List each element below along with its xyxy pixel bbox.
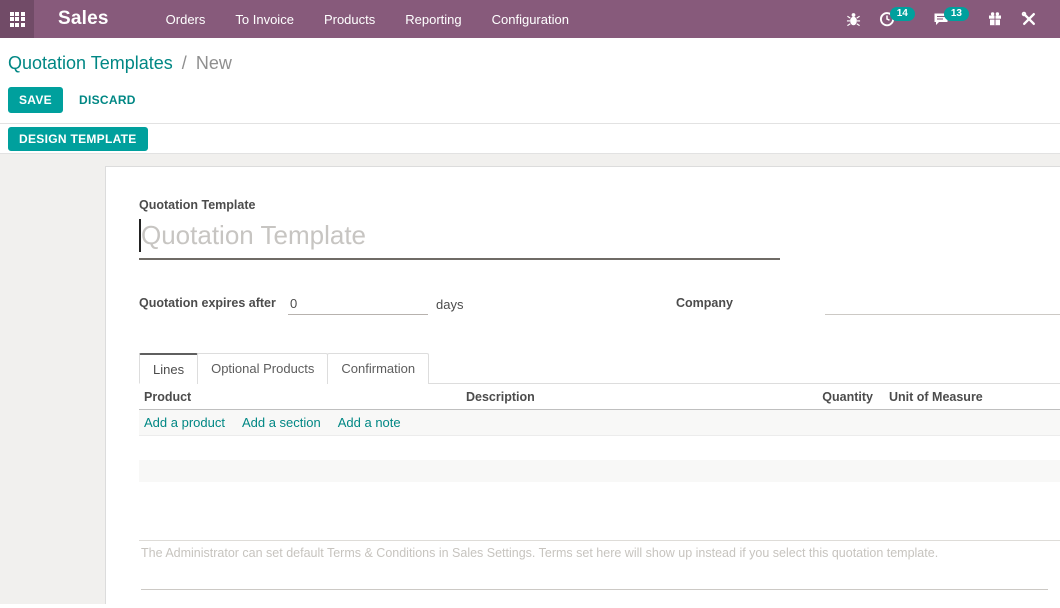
activities-count-badge: 14 xyxy=(890,7,915,21)
form-view: Quotation Template Quotation expires aft… xyxy=(0,154,1060,604)
gift-menu[interactable] xyxy=(978,11,1012,27)
column-header-quantity: Quantity xyxy=(813,390,873,404)
lines-list: Product Description Quantity Unit of Mea… xyxy=(139,384,1060,482)
control-panel: Quotation Templates / New SAVE DISCARD xyxy=(0,38,1060,124)
list-add-row: Add a product Add a section Add a note xyxy=(139,410,1060,436)
add-a-note-link[interactable]: Add a note xyxy=(338,415,401,430)
messages-count-badge: 13 xyxy=(944,7,969,21)
form-sheet: Quotation Template Quotation expires aft… xyxy=(105,166,1060,604)
top-navbar: Sales Orders To Invoice Products Reporti… xyxy=(0,0,1060,38)
support-tools-menu[interactable] xyxy=(1012,11,1046,27)
discard-button[interactable]: DISCARD xyxy=(79,93,136,107)
company-input[interactable] xyxy=(825,293,1060,315)
lines-list-header: Product Description Quantity Unit of Mea… xyxy=(139,384,1060,410)
menu-orders[interactable]: Orders xyxy=(151,0,221,38)
breadcrumb: Quotation Templates / New xyxy=(8,51,1060,75)
template-name-input[interactable] xyxy=(139,217,780,260)
expires-company-row: Quotation expires after days Company xyxy=(139,293,1060,317)
terms-placeholder-text: The Administrator can set default Terms … xyxy=(141,545,1060,562)
menu-configuration[interactable]: Configuration xyxy=(477,0,584,38)
column-header-description: Description xyxy=(466,390,813,404)
bug-icon xyxy=(846,12,861,27)
menu-to-invoice[interactable]: To Invoice xyxy=(220,0,309,38)
empty-list-row-striped xyxy=(139,460,1060,482)
design-template-button[interactable]: DESIGN TEMPLATE xyxy=(8,127,148,151)
apps-grid-icon xyxy=(10,12,25,27)
tab-lines[interactable]: Lines xyxy=(139,353,198,384)
breadcrumb-quotation-templates[interactable]: Quotation Templates xyxy=(8,53,173,73)
template-name-field-wrap xyxy=(139,217,780,260)
terms-field-underline xyxy=(141,589,1048,590)
tools-icon xyxy=(1021,11,1037,27)
terms-conditions-field[interactable]: The Administrator can set default Terms … xyxy=(139,540,1060,590)
main-menu: Orders To Invoice Products Reporting Con… xyxy=(151,0,584,38)
tab-confirmation[interactable]: Confirmation xyxy=(327,353,429,384)
add-a-section-link[interactable]: Add a section xyxy=(242,415,321,430)
debug-bug-icon[interactable] xyxy=(837,12,870,27)
menu-reporting[interactable]: Reporting xyxy=(390,0,476,38)
systray: 14 13 xyxy=(837,11,1046,27)
breadcrumb-separator: / xyxy=(182,53,187,73)
gift-icon xyxy=(987,11,1003,27)
messages-menu[interactable]: 13 xyxy=(924,11,978,27)
text-cursor xyxy=(139,219,141,252)
app-title[interactable]: Sales xyxy=(58,8,109,30)
apps-menu-button[interactable] xyxy=(0,0,34,38)
template-name-label: Quotation Template xyxy=(139,198,1060,212)
expires-label: Quotation expires after xyxy=(139,296,276,310)
empty-list-row xyxy=(139,436,1060,460)
tab-optional-products[interactable]: Optional Products xyxy=(197,353,328,384)
column-header-product: Product xyxy=(139,390,466,404)
breadcrumb-current: New xyxy=(196,53,232,73)
menu-products[interactable]: Products xyxy=(309,0,390,38)
control-panel-buttons: SAVE DISCARD xyxy=(8,87,1060,113)
expires-unit-label: days xyxy=(436,297,463,312)
save-button[interactable]: SAVE xyxy=(8,87,63,113)
notebook-tabs: Lines Optional Products Confirmation xyxy=(139,352,1060,384)
add-a-product-link[interactable]: Add a product xyxy=(144,415,225,430)
form-statusbar: DESIGN TEMPLATE xyxy=(0,124,1060,154)
column-header-unit-of-measure: Unit of Measure xyxy=(873,390,1060,404)
activities-menu[interactable]: 14 xyxy=(870,11,924,27)
expires-input[interactable] xyxy=(288,293,428,315)
company-label: Company xyxy=(676,296,733,310)
